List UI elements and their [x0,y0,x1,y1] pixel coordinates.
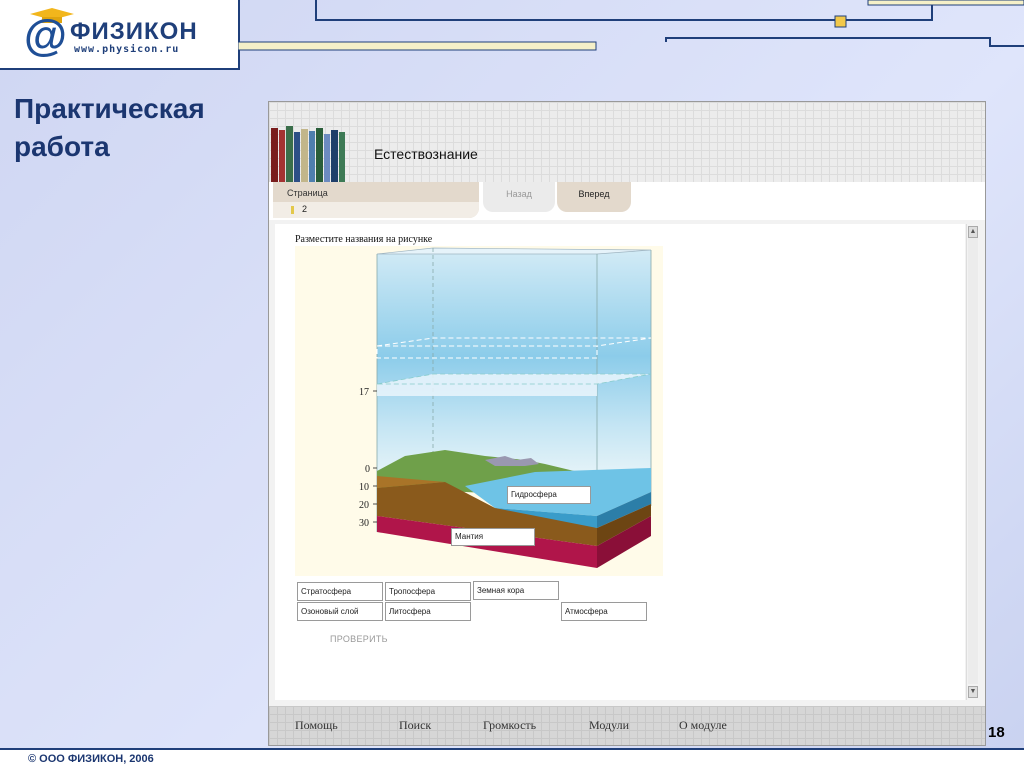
scroll-track[interactable] [968,238,978,684]
forward-button[interactable]: Вперед [557,182,631,212]
app-header: Естествознание [269,102,985,182]
logo-name: ФИЗИКОН [70,18,198,45]
page-value: 2 [302,204,308,214]
page-tab: Страница 2 [273,182,479,218]
slide-title-line2: работа [14,131,110,162]
check-button[interactable]: ПРОВЕРИТЬ [330,634,388,644]
copyright: © ООО ФИЗИКОН, 2006 [28,753,154,765]
slide-title: Практическая работа [14,90,205,166]
earth-layers-figure: 17 0 10 20 30 Гидросфера Мантия [295,246,663,576]
nav-strip: Страница 2 Назад Вперед [269,182,985,220]
back-button[interactable]: Назад [483,182,555,212]
scrollbar[interactable]: ▲ ▼ [966,224,979,700]
page-input[interactable]: 2 [273,202,479,218]
menu-help[interactable]: Помощь [295,718,338,733]
app-title: Естествознание [374,146,478,162]
depth-scale: 17 0 10 20 30 [359,387,377,529]
footer: © ООО ФИЗИКОН, 2006 [0,748,1024,770]
scale-tick-0: 0 [365,464,370,475]
at-icon: @ [24,11,67,60]
page-number: 18 [988,724,1005,741]
logo: @ ФИЗИКОН www.physicon.ru [0,0,240,70]
scale-tick-10: 10 [359,482,369,493]
page-marker-icon [291,206,294,214]
instruction: Разместите названия на рисунке [295,234,433,245]
header-decoration [238,0,1024,51]
bottom-menu: Помощь Поиск Громкость Модули О модуле [269,706,985,745]
option-stratosphere[interactable]: Стратосфера [297,582,383,601]
placed-label-hydrosphere[interactable]: Гидросфера [507,486,591,504]
option-atmosphere[interactable]: Атмосфера [561,602,647,621]
books-icon [271,126,345,182]
option-troposphere[interactable]: Тропосфера [385,582,471,601]
scroll-down-arrow-icon[interactable]: ▼ [968,686,978,698]
menu-modules[interactable]: Модули [589,718,629,733]
scale-tick-30: 30 [359,518,369,529]
option-lithosphere[interactable]: Литосфера [385,602,471,621]
page-label: Страница [287,188,328,198]
option-earth-crust[interactable]: Земная кора [473,581,559,600]
logo-url: www.physicon.ru [74,44,180,55]
option-ozone-layer[interactable]: Озоновый слой [297,602,383,621]
content-area: Разместите названия на рисунке 17 0 10 2… [275,224,965,700]
menu-about-module[interactable]: О модуле [679,718,727,733]
menu-volume[interactable]: Громкость [483,718,536,733]
scroll-up-arrow-icon[interactable]: ▲ [968,226,978,238]
slide-title-line1: Практическая [14,93,205,124]
earth-layers-diagram: 17 0 10 20 30 [359,247,652,568]
app-window: Естествознание Страница 2 Назад Вперед Р… [268,101,986,746]
placed-label-mantle[interactable]: Мантия [451,528,535,546]
scale-tick-20: 20 [359,500,369,511]
scale-tick-17: 17 [359,387,369,398]
menu-search[interactable]: Поиск [399,718,431,733]
